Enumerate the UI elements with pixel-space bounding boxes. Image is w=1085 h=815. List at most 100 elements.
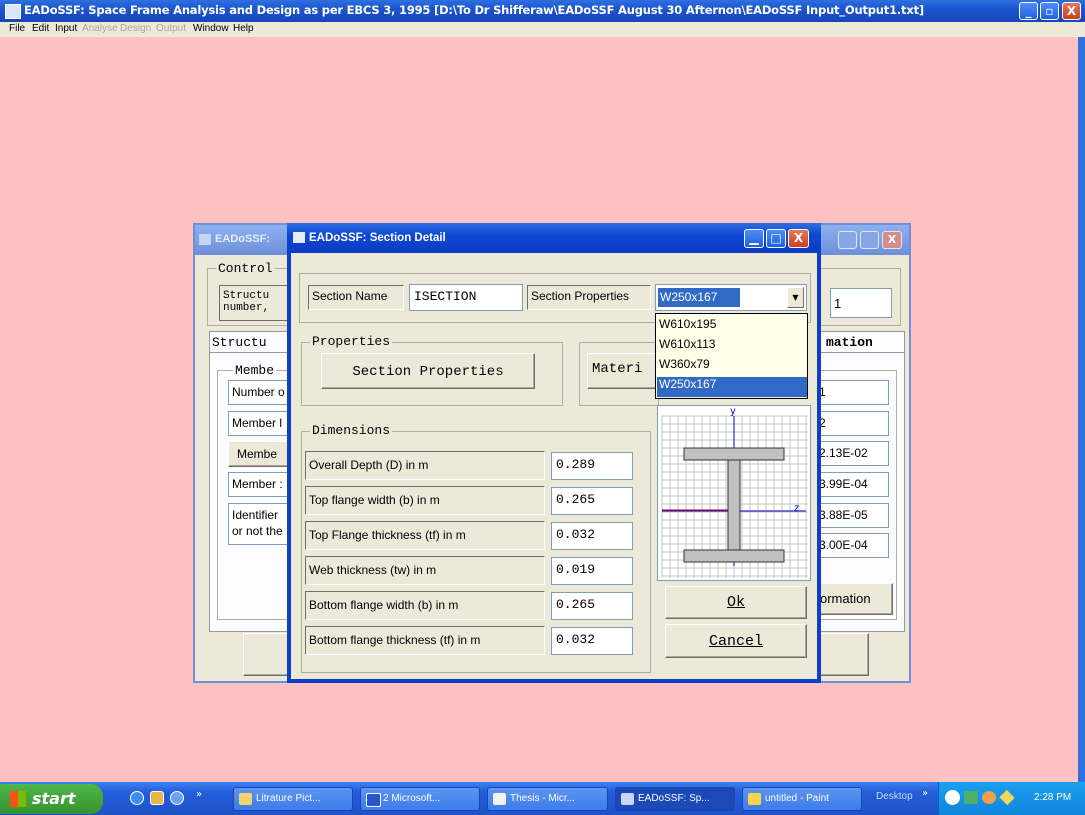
dialog-maximize-button[interactable]: □ [766,229,786,248]
overall-depth-label: Overall Depth (D) in m [305,451,545,480]
bg-value-2[interactable]: 2 [815,411,889,436]
tray-collapse-icon[interactable] [945,790,960,805]
toolbar-chevron-icon[interactable]: » [922,788,928,799]
dialog-close-button[interactable]: X [788,229,809,248]
menu-file[interactable]: File [9,23,25,34]
identifier-text: Identifier [232,508,279,522]
number-text: number, [223,302,270,314]
menu-output: Output [156,23,187,34]
bg-value-3[interactable]: 2.13E-02 [815,441,889,466]
main-title-bar[interactable]: EADoSSF: Space Frame Analysis and Design… [0,0,1085,22]
outlook-icon[interactable] [150,791,164,805]
section-properties-label: Section Properties [527,285,651,310]
bg-value-6[interactable]: 3.00E-04 [815,533,889,558]
dimensions-legend: Dimensions [310,423,393,438]
tab-structure[interactable]: Structu [209,331,297,353]
bg-maximize-button[interactable] [860,231,879,249]
dropdown-option[interactable]: W360x79 [657,357,808,377]
section-name-label: Section Name [308,285,404,310]
app-window-icon [621,793,634,805]
tray-security-icon[interactable] [999,789,1015,806]
axis-y-label: y [730,406,736,417]
folder-icon [239,793,252,805]
quicklaunch-chevron-icon[interactable]: » [196,789,202,800]
menu-bar: File Edit Input Analyse Design Output Wi… [0,22,1085,37]
tab-information[interactable]: mation [817,331,905,353]
paint-icon [748,793,761,805]
bg-value-1[interactable]: 1 [815,380,889,405]
taskbar: start » Litrature Pict... 2 Microsoft...… [0,782,1085,815]
dialog-minimize-button[interactable]: ▁ [744,229,764,248]
system-tray: 2:28 PM [938,782,1085,815]
section-dropdown-list[interactable]: W610x195 W610x113 W360x79 W250x167 [655,313,808,399]
task-label: 2 Microsoft... [383,793,441,804]
clock: 2:28 PM [1034,792,1072,803]
task-eadossf[interactable]: EADoSSF: Sp... [615,787,735,811]
structure-text: Structu [223,290,270,302]
word-icon [366,793,381,807]
task-label: Thesis - Micr... [510,793,576,804]
chevron-down-icon[interactable]: ▼ [787,287,804,308]
section-detail-dialog[interactable]: EADoSSF: Section Detail ▁ □ X Section Na… [287,223,821,683]
minimize-button[interactable]: _ [1019,2,1038,20]
tray-app-icon[interactable] [982,791,996,804]
ie-icon[interactable] [130,791,144,805]
document-icon [493,793,506,805]
bottom-flange-thickness-input[interactable]: 0.032 [551,627,633,655]
bg-close-button[interactable]: X [882,231,902,249]
or-not-text: or not the [232,524,283,538]
section-properties-button[interactable]: Section Properties [321,353,535,389]
menu-input[interactable]: Input [55,23,77,34]
browser-icon[interactable] [170,791,184,805]
task-label: EADoSSF: Sp... [638,793,710,804]
window-icon [199,234,211,245]
bg-value-5[interactable]: 3.88E-05 [815,503,889,528]
task-thesis[interactable]: Thesis - Micr... [487,787,608,811]
member-legend: Membe [233,363,277,378]
bottom-flange-thickness-label: Bottom flange thickness (tf) in m [305,626,545,655]
top-flange-width-input[interactable]: 0.265 [551,487,633,515]
dialog-client: Section Name ISECTION Section Properties… [291,253,817,679]
task-label: Litrature Pict... [256,793,321,804]
material-button[interactable]: Materi [587,353,663,389]
menu-help[interactable]: Help [233,23,254,34]
dropdown-option-selected[interactable]: W250x167 [657,377,807,397]
task-paint[interactable]: untitled - Paint [742,787,862,811]
background-window-title: EADoSSF: [215,233,270,245]
bg-value-4[interactable]: 3.99E-04 [815,472,889,497]
task-word[interactable]: 2 Microsoft... [360,787,480,811]
i-section-icon [661,415,808,578]
section-name-input[interactable]: ISECTION [409,284,523,311]
ok-button[interactable]: Ok [665,586,807,619]
task-literature[interactable]: Litrature Pict... [233,787,353,811]
top-flange-thickness-label: Top Flange thickness (tf) in m [305,521,545,550]
close-button[interactable]: X [1062,2,1081,20]
bg-bottom-right-button[interactable] [817,633,869,676]
web-thickness-input[interactable]: 0.019 [551,557,633,585]
bottom-flange-width-input[interactable]: 0.265 [551,592,633,620]
axis-z-label: z [794,503,800,514]
menu-analyse: Analyse [82,23,118,34]
cancel-button[interactable]: Cancel [665,624,807,658]
menu-design: Design [120,23,152,34]
dialog-title-bar[interactable]: EADoSSF: Section Detail ▁ □ X [287,223,821,253]
network-icon[interactable] [964,791,978,804]
start-label: start [32,789,76,808]
control-value-field[interactable]: 1 [830,288,892,318]
start-button[interactable]: start [0,784,103,814]
bg-minimize-button[interactable] [838,231,857,249]
i-section-diagram: y z [657,405,811,581]
section-select[interactable]: W250x167 ▼ [655,284,807,311]
dropdown-option[interactable]: W610x113 [657,337,808,357]
menu-edit[interactable]: Edit [32,23,49,34]
app-icon[interactable] [5,4,21,19]
main-window-title: EADoSSF: Space Frame Analysis and Design… [24,3,924,17]
overall-depth-input[interactable]: 0.289 [551,452,633,480]
dialog-title: EADoSSF: Section Detail [309,232,446,244]
menu-window[interactable]: Window [193,23,229,34]
desktop-toolbar-label[interactable]: Desktop [876,791,913,802]
information-button[interactable]: ormation [818,583,893,615]
maximize-button[interactable]: ▫ [1040,2,1059,20]
dropdown-option[interactable]: W610x195 [657,317,808,337]
top-flange-thickness-input[interactable]: 0.032 [551,522,633,550]
